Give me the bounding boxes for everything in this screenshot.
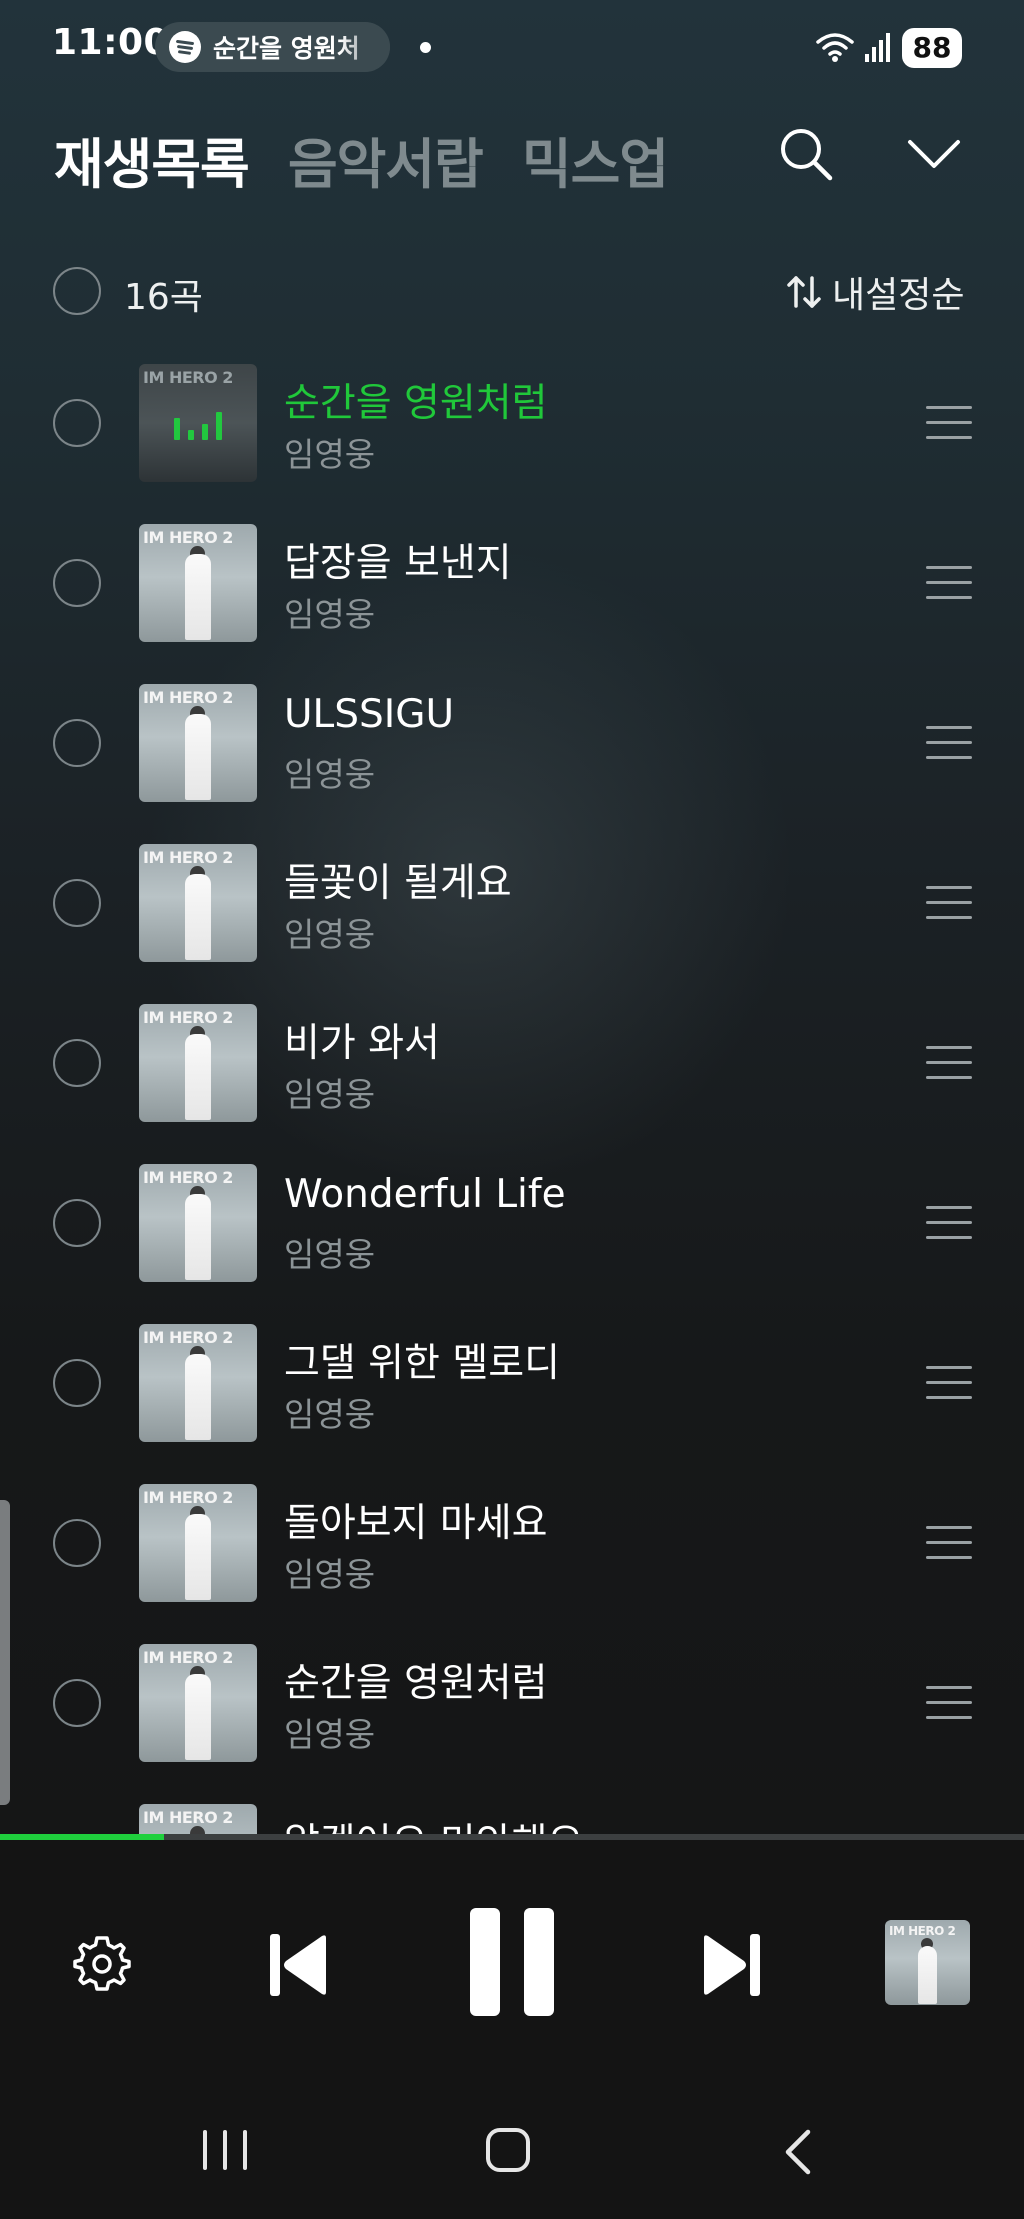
drag-handle-icon[interactable] xyxy=(926,726,972,760)
spotify-icon xyxy=(169,31,201,63)
media-chip-text: 순간을 영원처 xyxy=(213,34,360,63)
drag-handle-icon[interactable] xyxy=(926,886,972,920)
drag-handle-icon[interactable] xyxy=(926,1526,972,1560)
song-artist: 임영웅 xyxy=(284,435,376,474)
signal-icon xyxy=(865,33,890,62)
album-art: IM HERO 2 xyxy=(139,1164,257,1282)
song-row[interactable]: IM HERO 2 ULSSIGU 임영웅 xyxy=(0,672,1024,832)
song-row[interactable]: IM HERO 2 그댈 위한 멜로디임영웅 xyxy=(0,1312,1024,1472)
song-artist: 임영웅 xyxy=(284,595,376,634)
notification-dot xyxy=(420,42,431,53)
song-select-checkbox[interactable] xyxy=(53,1199,101,1247)
song-select-checkbox[interactable] xyxy=(53,719,101,767)
song-row[interactable]: IM HERO 2 순간을 영원처럼임영웅 xyxy=(0,352,1024,512)
song-artist: 임영웅 xyxy=(284,1555,376,1594)
skip-next-icon[interactable] xyxy=(700,1932,762,1998)
song-artist: 임영웅 xyxy=(284,1235,376,1274)
album-art: IM HERO 2 xyxy=(139,1484,257,1602)
select-all-checkbox[interactable] xyxy=(53,267,101,315)
song-title: 비가 와서 xyxy=(284,1021,440,1066)
song-title: 순간을 영원처럼 xyxy=(284,381,548,426)
song-row[interactable]: IM HERO 2알겠어요 미안해요임영웅 xyxy=(0,1792,1024,1837)
list-toolbar: 16곡 내설정순 xyxy=(0,262,1024,322)
song-title: 그댈 위한 멜로디 xyxy=(284,1341,560,1386)
song-title: 들꽃이 될게요 xyxy=(284,861,512,906)
pause-icon[interactable] xyxy=(470,1908,554,2016)
song-row[interactable]: IM HERO 2 Wonderful Life 임영웅 xyxy=(0,1152,1024,1312)
album-art: IM HERO 2 xyxy=(139,684,257,802)
tab-mixup[interactable]: 믹스업 xyxy=(522,120,669,199)
song-row[interactable]: IM HERO 2 돌아보지 마세요임영웅 xyxy=(0,1472,1024,1632)
status-bar: 11:00 순간을 영원처 88 xyxy=(0,0,1024,100)
drag-handle-icon[interactable] xyxy=(926,406,972,440)
equalizer-icon xyxy=(174,408,222,440)
drag-handle-icon[interactable] xyxy=(926,1686,972,1720)
song-select-checkbox[interactable] xyxy=(53,399,101,447)
song-title: 돌아보지 마세요 xyxy=(284,1501,548,1546)
tab-music-drawer[interactable]: 음악서랍 xyxy=(288,120,484,199)
album-art: IM HERO 2 xyxy=(139,524,257,642)
song-title: ULSSIGU xyxy=(284,692,455,737)
player-controls: IM HERO 2 xyxy=(0,1840,1024,2080)
header: 재생목록 음악서랍 믹스업 xyxy=(0,110,1024,200)
song-row[interactable]: IM HERO 2 답장을 보낸지임영웅 xyxy=(0,512,1024,672)
drag-handle-icon[interactable] xyxy=(926,566,972,600)
home-icon[interactable] xyxy=(486,2128,530,2172)
now-playing-album-art[interactable]: IM HERO 2 xyxy=(885,1920,970,2005)
media-chip[interactable]: 순간을 영원처 xyxy=(155,22,390,72)
wifi-icon xyxy=(816,33,854,62)
tab-playlist[interactable]: 재생목록 xyxy=(54,120,250,199)
drag-handle-icon[interactable] xyxy=(926,1046,972,1080)
edge-panel-handle[interactable] xyxy=(0,1500,10,1805)
recents-icon[interactable] xyxy=(203,2130,247,2170)
album-art: IM HERO 2 xyxy=(139,1804,257,1837)
media-chip-fade xyxy=(340,22,390,72)
song-title: 답장을 보낸지 xyxy=(284,541,512,586)
sort-button[interactable]: 내설정순 xyxy=(786,266,964,318)
sort-icon xyxy=(787,276,821,308)
song-row[interactable]: IM HERO 2 순간을 영원처럼임영웅 xyxy=(0,1632,1024,1792)
song-select-checkbox[interactable] xyxy=(53,1679,101,1727)
album-art: IM HERO 2 xyxy=(139,364,257,482)
drag-handle-icon[interactable] xyxy=(926,1366,972,1400)
song-select-checkbox[interactable] xyxy=(53,559,101,607)
album-art: IM HERO 2 xyxy=(139,1004,257,1122)
song-row[interactable]: IM HERO 2 비가 와서임영웅 xyxy=(0,992,1024,1152)
song-title: 순간을 영원처럼 xyxy=(284,1661,548,1706)
chevron-down-icon[interactable] xyxy=(906,134,962,174)
song-artist: 임영웅 xyxy=(284,755,376,794)
song-title: Wonderful Life xyxy=(284,1172,566,1217)
back-icon[interactable] xyxy=(780,2128,814,2176)
album-art: IM HERO 2 xyxy=(139,844,257,962)
song-select-checkbox[interactable] xyxy=(53,1359,101,1407)
search-icon[interactable] xyxy=(778,126,834,182)
song-artist: 임영웅 xyxy=(284,915,376,954)
song-count: 16곡 xyxy=(124,277,203,318)
status-time: 11:00 xyxy=(52,22,170,63)
song-artist: 임영웅 xyxy=(284,1395,376,1434)
song-select-checkbox[interactable] xyxy=(53,879,101,927)
battery-indicator: 88 xyxy=(902,28,962,68)
system-nav-bar xyxy=(0,2080,1024,2219)
settings-icon[interactable] xyxy=(70,1932,134,1996)
song-artist: 임영웅 xyxy=(284,1075,376,1114)
album-art: IM HERO 2 xyxy=(139,1324,257,1442)
song-artist: 임영웅 xyxy=(284,1715,376,1754)
song-select-checkbox[interactable] xyxy=(53,1519,101,1567)
skip-previous-icon[interactable] xyxy=(268,1932,330,1998)
song-list[interactable]: IM HERO 2 순간을 영원처럼 임영웅 IM HERO 2 답장을 보낸지 임영웅 I… xyxy=(0,352,1024,1837)
album-art: IM HERO 2 xyxy=(139,1644,257,1762)
sort-label: 내설정순 xyxy=(832,275,965,316)
song-select-checkbox[interactable] xyxy=(53,1039,101,1087)
drag-handle-icon[interactable] xyxy=(926,1206,972,1240)
song-row[interactable]: IM HERO 2 들꽃이 될게요임영웅 xyxy=(0,832,1024,992)
